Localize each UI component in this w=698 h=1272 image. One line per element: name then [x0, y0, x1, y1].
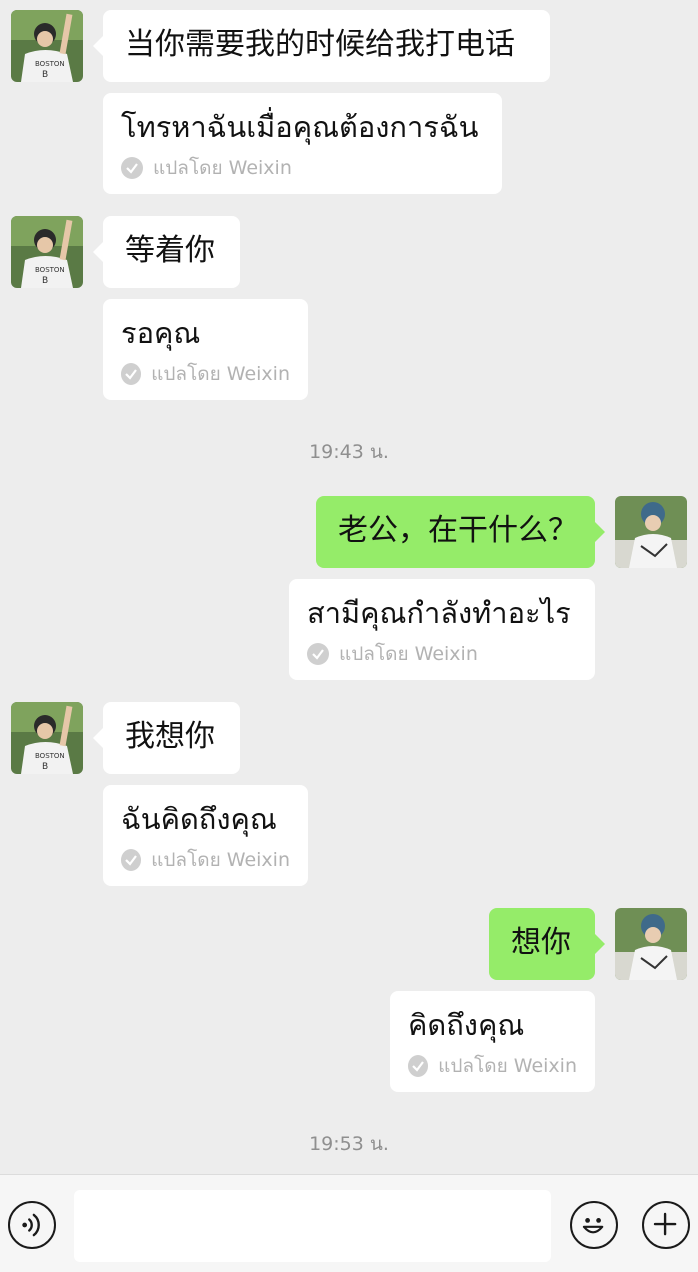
message-text: 老公，在干什么？ — [338, 513, 578, 548]
plus-icon[interactable] — [642, 1201, 690, 1249]
translated-by-label: แปลโดย Weixin — [151, 849, 290, 871]
message-bubble[interactable]: 我想你 — [93, 702, 240, 774]
friend-avatar[interactable]: BOSTON B — [11, 216, 83, 288]
check-icon — [121, 849, 142, 871]
input-bar — [0, 1174, 698, 1272]
check-icon — [307, 643, 329, 665]
message-text: 当你需要我的时候给我打电话 — [125, 27, 515, 62]
translation-card[interactable]: รอคุณ แปลโดย Weixin — [103, 299, 308, 400]
message-bubble[interactable]: 老公，在干什么？ — [316, 496, 605, 568]
translation-source: แปลโดย Weixin — [408, 1051, 577, 1081]
svg-text:BOSTON: BOSTON — [35, 266, 65, 274]
check-icon — [408, 1055, 429, 1077]
svg-text:BOSTON: BOSTON — [35, 60, 65, 68]
translation-source: แปลโดย Weixin — [307, 639, 577, 669]
translation-source: แปลโดย Weixin — [121, 845, 290, 875]
check-icon — [121, 157, 143, 179]
translation-source: แปลโดย Weixin — [121, 359, 290, 389]
message-input[interactable] — [74, 1190, 551, 1262]
message-bubble[interactable]: 想你 — [489, 908, 605, 980]
voice-icon[interactable] — [8, 1201, 56, 1249]
friend-avatar[interactable]: BOSTON B — [11, 10, 83, 82]
svg-text:B: B — [42, 70, 48, 80]
translated-by-label: แปลโดย Weixin — [151, 363, 290, 385]
translation-card[interactable]: ฉันคิดถึงคุณ แปลโดย Weixin — [103, 785, 308, 886]
my-avatar[interactable] — [615, 496, 687, 568]
translation-text: คิดถึงคุณ — [408, 1008, 525, 1042]
message-bubble[interactable]: 等着你 — [93, 216, 240, 288]
translation-card[interactable]: คิดถึงคุณ แปลโดย Weixin — [390, 991, 595, 1092]
translated-by-label: แปลโดย Weixin — [438, 1055, 577, 1077]
translation-source: แปลโดย Weixin — [121, 153, 484, 183]
my-avatar[interactable] — [615, 908, 687, 980]
friend-avatar[interactable]: BOSTON B — [11, 702, 83, 774]
translated-by-label: แปลโดย Weixin — [153, 157, 292, 179]
translated-by-label: แปลโดย Weixin — [339, 643, 478, 665]
timestamp: 19:43 น. — [309, 441, 389, 463]
emoji-icon[interactable] — [570, 1201, 618, 1249]
translation-text: รอคุณ — [121, 316, 201, 350]
svg-text:BOSTON: BOSTON — [35, 752, 65, 760]
svg-text:B: B — [42, 276, 48, 286]
translation-text: สามีคุณกำลังทำอะไร — [307, 596, 571, 630]
svg-text:B: B — [42, 762, 48, 772]
message-text: 我想你 — [125, 719, 215, 754]
translation-card[interactable]: โทรหาฉันเมื่อคุณต้องการฉัน แปลโดย Weixin — [103, 93, 502, 194]
message-bubble[interactable]: 当你需要我的时候给我打电话 — [93, 10, 550, 82]
chat-area: BOSTON B 当你需要我的时候给我打电话 โทรหาฉันเมื่อคุณต้… — [0, 0, 698, 1174]
message-text: 等着你 — [125, 233, 215, 268]
translation-text: โทรหาฉันเมื่อคุณต้องการฉัน — [121, 110, 479, 144]
translation-card[interactable]: สามีคุณกำลังทำอะไร แปลโดย Weixin — [289, 579, 595, 680]
timestamp: 19:53 น. — [309, 1133, 389, 1155]
message-text: 想你 — [511, 925, 571, 960]
translation-text: ฉันคิดถึงคุณ — [121, 802, 277, 836]
check-icon — [121, 363, 142, 385]
